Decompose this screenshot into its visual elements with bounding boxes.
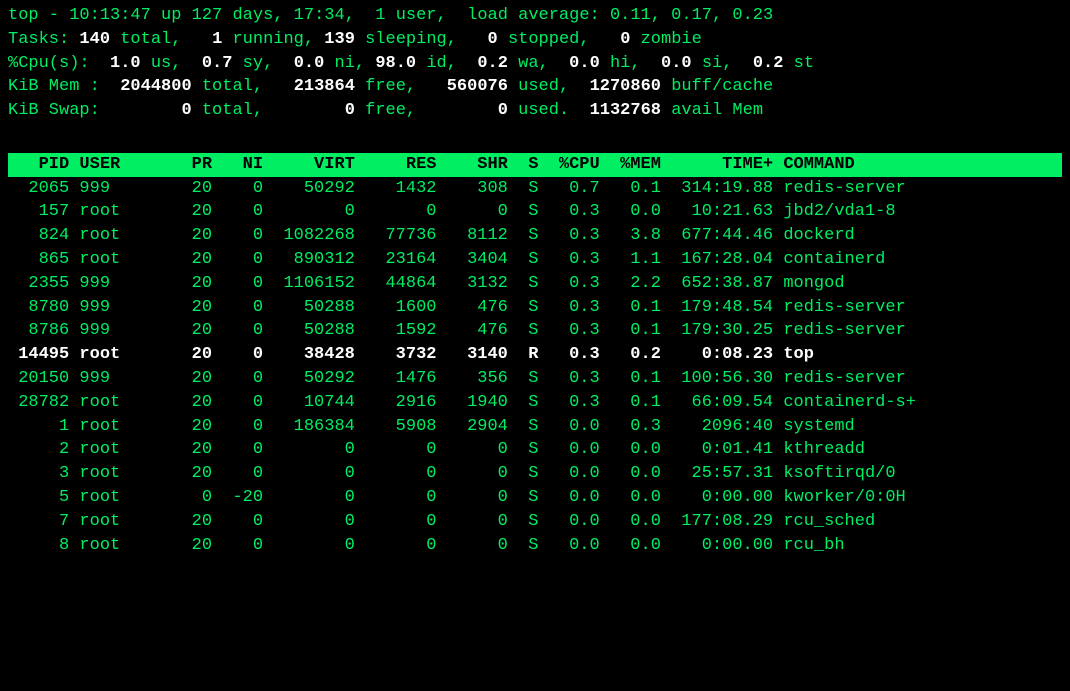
process-row[interactable]: 865 root 20 0 890312 23164 3404 S 0.3 1.…	[8, 248, 1062, 272]
swap-avail: 1132768	[590, 101, 661, 120]
process-row[interactable]: 28782 root 20 0 10744 2916 1940 S 0.3 0.…	[8, 391, 1062, 415]
process-row[interactable]: 2355 999 20 0 1106152 44864 3132 S 0.3 2…	[8, 272, 1062, 296]
cpu-si: 0.0	[661, 54, 692, 73]
cpu-line: %Cpu(s): 1.0 us, 0.7 sy, 0.0 ni, 98.0 id…	[8, 52, 1062, 76]
process-row[interactable]: 824 root 20 0 1082268 77736 8112 S 0.3 3…	[8, 224, 1062, 248]
swap-used: 0	[498, 101, 508, 120]
process-row[interactable]: 2 root 20 0 0 0 0 S 0.0 0.0 0:01.41 kthr…	[8, 438, 1062, 462]
mem-buff: 1270860	[590, 77, 661, 96]
mem-used: 560076	[447, 77, 508, 96]
cpu-st: 0.2	[753, 54, 784, 73]
process-row[interactable]: 5 root 0 -20 0 0 0 S 0.0 0.0 0:00.00 kwo…	[8, 486, 1062, 510]
mem-free: 213864	[294, 77, 355, 96]
process-list[interactable]: 2065 999 20 0 50292 1432 308 S 0.7 0.1 3…	[8, 177, 1062, 558]
mem-total: 2044800	[120, 77, 191, 96]
process-row[interactable]: 8780 999 20 0 50288 1600 476 S 0.3 0.1 1…	[8, 296, 1062, 320]
tasks-line: Tasks: 140 total, 1 running, 139 sleepin…	[8, 28, 1062, 52]
swap-free: 0	[345, 101, 355, 120]
process-row[interactable]: 1 root 20 0 186384 5908 2904 S 0.0 0.3 2…	[8, 415, 1062, 439]
process-row[interactable]: 2065 999 20 0 50292 1432 308 S 0.7 0.1 3…	[8, 177, 1062, 201]
process-row[interactable]: 14495 root 20 0 38428 3732 3140 R 0.3 0.…	[8, 343, 1062, 367]
swap-total: 0	[181, 101, 191, 120]
swap-line: KiB Swap: 0 total, 0 free, 0 used. 11327…	[8, 99, 1062, 123]
tasks-total: 140	[79, 30, 110, 49]
process-row[interactable]: 3 root 20 0 0 0 0 S 0.0 0.0 25:57.31 kso…	[8, 462, 1062, 486]
tasks-zombie: 0	[620, 30, 630, 49]
cpu-us: 1.0	[110, 54, 141, 73]
cpu-wa: 0.2	[477, 54, 508, 73]
cpu-ni: 0.0	[294, 54, 325, 73]
column-header: PID USER PR NI VIRT RES SHR S %CPU %MEM …	[8, 153, 1062, 177]
cpu-id: 98.0	[375, 54, 416, 73]
process-row[interactable]: 20150 999 20 0 50292 1476 356 S 0.3 0.1 …	[8, 367, 1062, 391]
mem-line: KiB Mem : 2044800 total, 213864 free, 56…	[8, 75, 1062, 99]
tasks-stopped: 0	[488, 30, 498, 49]
process-row[interactable]: 8786 999 20 0 50288 1592 476 S 0.3 0.1 1…	[8, 319, 1062, 343]
uptime-line: top - 10:13:47 up 127 days, 17:34, 1 use…	[8, 4, 1062, 28]
process-row[interactable]: 157 root 20 0 0 0 0 S 0.3 0.0 10:21.63 j…	[8, 200, 1062, 224]
cpu-sy: 0.7	[202, 54, 233, 73]
tasks-running: 1	[212, 30, 222, 49]
cpu-hi: 0.0	[569, 54, 600, 73]
tasks-sleeping: 139	[324, 30, 355, 49]
process-row[interactable]: 7 root 20 0 0 0 0 S 0.0 0.0 177:08.29 rc…	[8, 510, 1062, 534]
process-row[interactable]: 8 root 20 0 0 0 0 S 0.0 0.0 0:00.00 rcu_…	[8, 534, 1062, 558]
